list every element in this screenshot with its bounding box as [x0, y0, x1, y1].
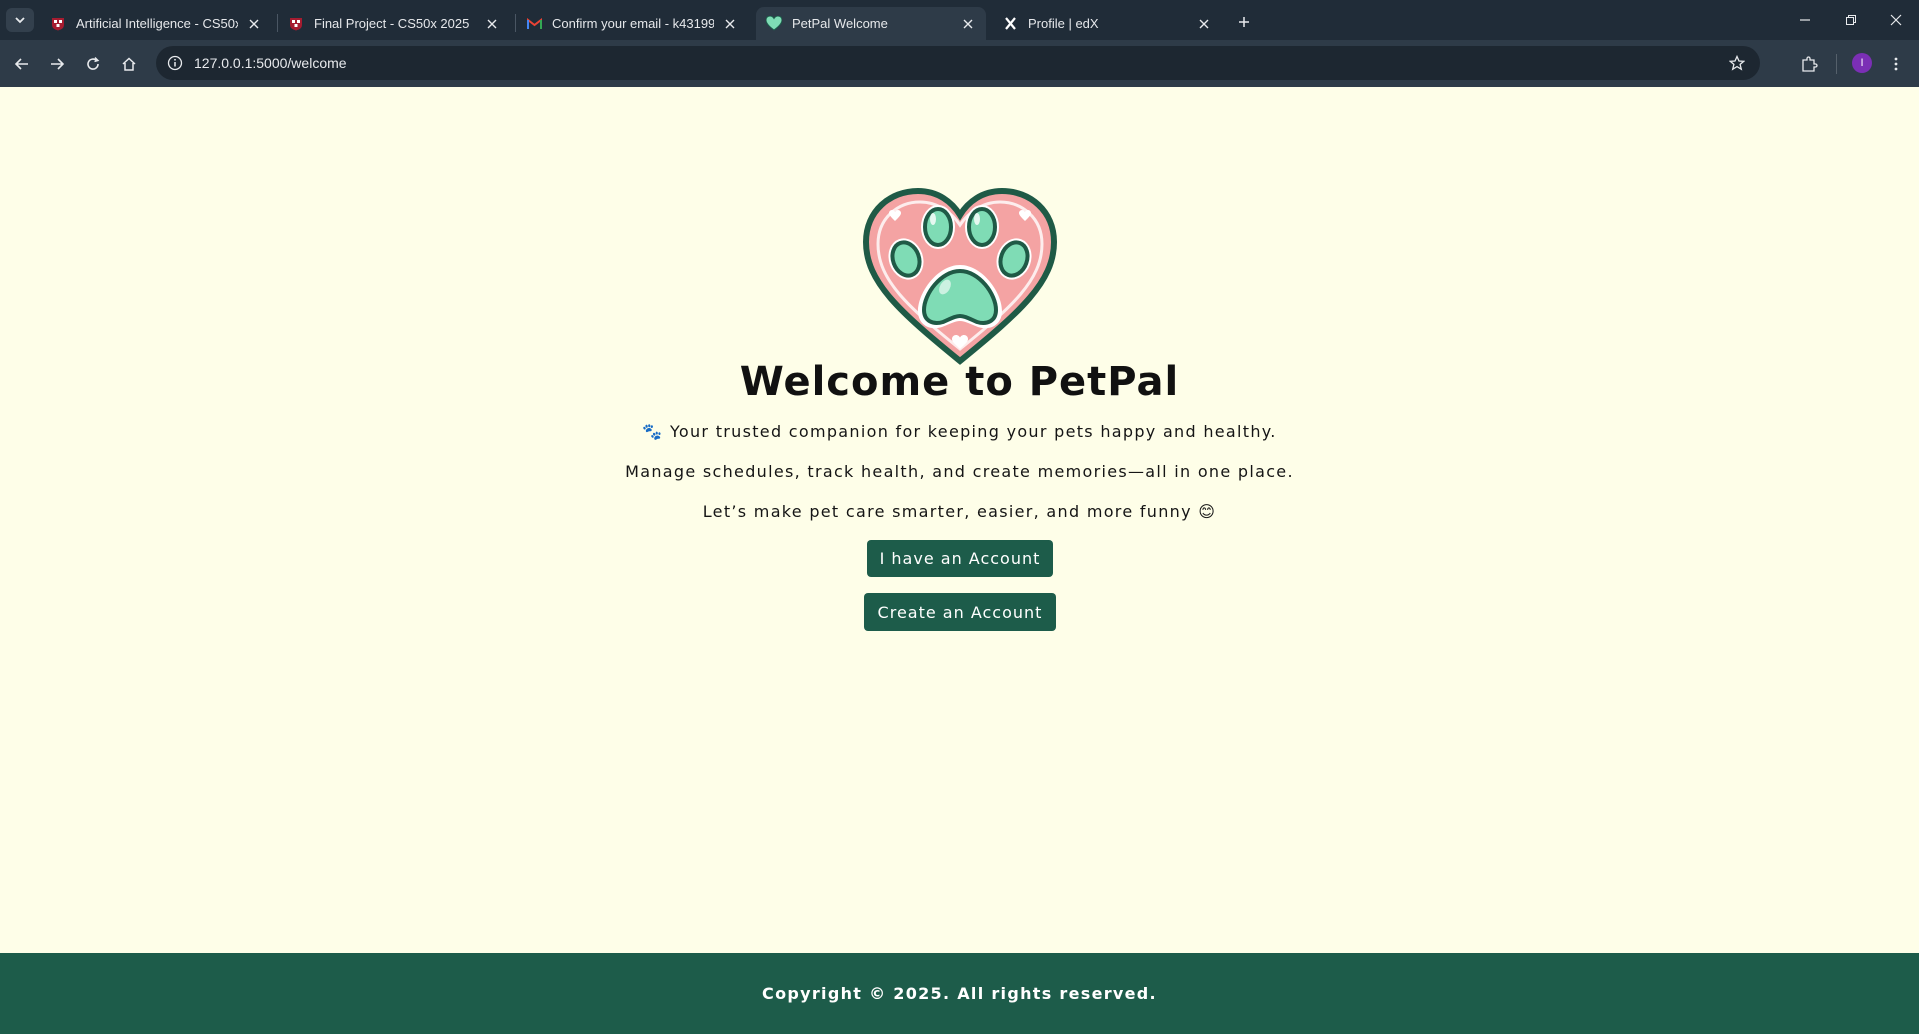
- footer: Copyright © 2025. All rights reserved.: [0, 953, 1919, 1034]
- restore-button[interactable]: [1837, 8, 1865, 32]
- minimize-button[interactable]: [1791, 8, 1819, 32]
- tagline-features: Manage schedules, track health, and crea…: [625, 462, 1294, 481]
- close-icon[interactable]: [484, 16, 500, 32]
- edx-x-icon: [1002, 16, 1018, 32]
- menu-button[interactable]: [1884, 52, 1908, 76]
- page-content: Welcome to PetPal 🐾 Your trusted compani…: [0, 87, 1919, 953]
- bookmark-star-icon[interactable]: [1726, 52, 1748, 74]
- reload-button[interactable]: [81, 52, 105, 76]
- tab-search-button[interactable]: [6, 8, 34, 32]
- arrow-left-icon: [14, 58, 28, 70]
- tab-ai-cs50[interactable]: Artificial Intelligence - CS50x 20: [40, 7, 272, 40]
- close-icon[interactable]: [960, 16, 976, 32]
- forward-button[interactable]: [45, 52, 69, 76]
- minimize-icon: [1800, 19, 1810, 21]
- petpal-logo: [862, 187, 1058, 365]
- extensions-button[interactable]: [1797, 52, 1821, 76]
- profile-avatar[interactable]: I: [1852, 53, 1872, 73]
- tab-title: Confirm your email - k431999@: [552, 16, 714, 31]
- tab-title: Final Project - CS50x 2025: [314, 16, 470, 31]
- browser-toolbar: 127.0.0.1:5000/welcome I: [0, 40, 1919, 87]
- heart-paw-icon: [766, 16, 782, 32]
- arrow-right-icon: [51, 58, 65, 70]
- tab-final-project[interactable]: Final Project - CS50x 2025: [278, 7, 510, 40]
- plus-icon: [1239, 17, 1249, 27]
- new-tab-button[interactable]: [1232, 10, 1256, 34]
- reload-icon: [87, 57, 100, 70]
- address-bar[interactable]: 127.0.0.1:5000/welcome: [156, 46, 1760, 80]
- close-icon[interactable]: [246, 16, 262, 32]
- home-button[interactable]: [117, 52, 141, 76]
- close-icon[interactable]: [722, 16, 738, 32]
- tab-strip: Artificial Intelligence - CS50x 20 Final…: [0, 0, 1919, 40]
- puzzle-icon: [1802, 56, 1818, 72]
- back-button[interactable]: [10, 52, 34, 76]
- harvard-shield-icon: [50, 16, 66, 32]
- site-info-icon[interactable]: [164, 52, 186, 74]
- address-url: 127.0.0.1:5000/welcome: [194, 55, 347, 71]
- close-window-button[interactable]: [1882, 8, 1910, 32]
- copyright-text: Copyright © 2025. All rights reserved.: [762, 984, 1157, 1003]
- close-icon[interactable]: [1196, 16, 1212, 32]
- toolbar-divider: [1836, 54, 1837, 74]
- tagline-companion: 🐾 Your trusted companion for keeping you…: [642, 422, 1277, 441]
- kebab-menu-icon: [1894, 57, 1898, 71]
- tab-petpal-welcome[interactable]: PetPal Welcome: [756, 7, 986, 40]
- tab-edx-profile[interactable]: Profile | edX: [992, 7, 1222, 40]
- tab-gmail[interactable]: Confirm your email - k431999@: [516, 7, 748, 40]
- restore-icon: [1846, 15, 1856, 25]
- tab-title: PetPal Welcome: [792, 16, 888, 31]
- login-button[interactable]: I have an Account: [867, 540, 1053, 577]
- tab-title: Profile | edX: [1028, 16, 1099, 31]
- gmail-icon: [526, 16, 542, 32]
- tab-title: Artificial Intelligence - CS50x 20: [76, 16, 238, 31]
- tagline-fun: Let’s make pet care smarter, easier, and…: [702, 502, 1217, 521]
- create-account-button[interactable]: Create an Account: [864, 593, 1056, 631]
- chevron-down-icon: [15, 17, 25, 24]
- harvard-shield-icon: [288, 16, 304, 32]
- close-icon: [1890, 14, 1902, 26]
- page-title: Welcome to PetPal: [739, 359, 1180, 405]
- home-icon: [122, 57, 136, 71]
